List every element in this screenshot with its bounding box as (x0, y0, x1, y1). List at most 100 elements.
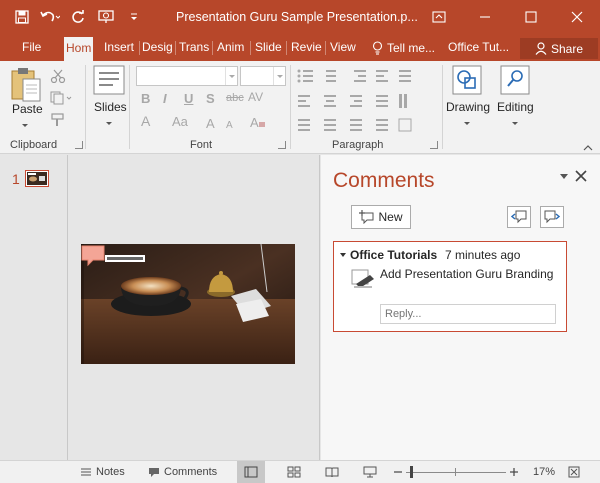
tell-me-search[interactable]: Tell me... (372, 34, 435, 61)
next-comment-button[interactable] (540, 206, 564, 228)
fit-to-window-button[interactable] (568, 461, 584, 483)
reply-input[interactable] (380, 304, 556, 324)
comment-card[interactable]: Office Tutorials 7 minutes ago Add Prese… (333, 241, 567, 332)
logo-image (105, 255, 145, 262)
slideshow-view-button[interactable] (356, 461, 384, 483)
close-pane-button[interactable] (574, 169, 588, 183)
zoom-slider-thumb[interactable] (410, 466, 413, 478)
text-shadow-button[interactable]: S (206, 91, 215, 106)
save-button[interactable] (8, 0, 36, 34)
normal-view-icon (244, 466, 258, 478)
minimize-button[interactable] (462, 0, 508, 34)
tab-separator (139, 41, 140, 55)
font-size-combo[interactable] (240, 66, 286, 86)
font-launcher[interactable] (278, 141, 286, 149)
save-icon (15, 10, 29, 24)
format-painter-button[interactable] (50, 113, 66, 130)
tab-file[interactable]: File (22, 34, 41, 61)
notes-label: Notes (96, 466, 125, 478)
close-icon (575, 170, 587, 182)
start-slideshow-button[interactable] (92, 0, 120, 34)
tab-transitions[interactable]: Trans (179, 34, 209, 61)
undo-button[interactable] (36, 0, 64, 34)
pane-options-chevron-icon[interactable] (560, 174, 568, 179)
comment-author: Office Tutorials (350, 248, 438, 262)
zoom-in-button[interactable] (510, 461, 522, 483)
minus-icon (394, 471, 402, 473)
font-color-button[interactable]: A (141, 113, 150, 129)
chevron-up-icon (583, 145, 593, 151)
bold-button[interactable]: B (141, 91, 150, 106)
slide-thumbnails-pane: 1 (0, 155, 68, 460)
share-label: Share (550, 41, 584, 56)
slide-thumbnail[interactable] (25, 170, 49, 190)
tab-review[interactable]: Revie (291, 34, 322, 61)
status-bar: Notes Comments 17% (0, 460, 600, 483)
scissors-icon (50, 69, 66, 84)
slide-sorter-view-button[interactable] (280, 461, 308, 483)
tab-home[interactable]: Hom (64, 37, 94, 61)
paragraph-tools[interactable] (296, 67, 442, 136)
font-name-combo[interactable] (136, 66, 238, 86)
share-button[interactable]: Share (520, 38, 598, 59)
comments-toggle-button[interactable]: Comments (148, 461, 217, 483)
normal-view-button[interactable] (237, 461, 265, 483)
tab-insert[interactable]: Insert (104, 34, 134, 61)
font-size-icon: AA (206, 116, 233, 131)
italic-button[interactable]: I (163, 91, 167, 106)
close-button[interactable] (554, 0, 600, 34)
tab-separator (250, 41, 251, 55)
collapse-triangle-icon[interactable] (340, 253, 346, 257)
tab-view[interactable]: View (330, 34, 356, 61)
group-separator (290, 65, 291, 149)
eraser-icon: A (250, 115, 265, 130)
copy-button[interactable] (50, 91, 72, 108)
comment-text: Add Presentation Guru Branding (380, 267, 554, 281)
customize-qat-button[interactable] (120, 0, 148, 34)
zoom-slider-track[interactable] (406, 472, 506, 473)
tab-separator (175, 41, 176, 55)
cut-button[interactable] (50, 69, 66, 86)
zoom-level[interactable]: 17% (533, 461, 555, 483)
clear-formatting-button[interactable]: A (250, 115, 266, 132)
tab-design[interactable]: Desig (142, 34, 173, 61)
tab-animations[interactable]: Anim (217, 34, 244, 61)
maximize-button[interactable] (508, 0, 554, 34)
user-avatar-icon (351, 269, 374, 288)
font-group-label: Font (190, 139, 213, 151)
clipboard-launcher[interactable] (75, 141, 83, 149)
chevron-down-icon (512, 122, 518, 125)
maximize-icon (525, 11, 537, 23)
collapse-ribbon-button[interactable] (583, 141, 593, 155)
paste-label: Paste (12, 102, 43, 116)
new-comment-button[interactable]: New (351, 205, 411, 229)
ribbon-display-options-button[interactable] (416, 0, 462, 34)
grid-view-icon (287, 466, 301, 478)
editing-button[interactable] (500, 65, 530, 98)
tab-separator (212, 41, 213, 55)
chevron-down-icon (273, 67, 285, 85)
slide-layout-icon (93, 65, 125, 95)
redo-button[interactable] (64, 0, 92, 34)
thumbnail-image (25, 170, 49, 187)
increase-font-button[interactable]: AA (206, 116, 242, 133)
zoom-out-button[interactable] (394, 461, 406, 483)
notes-button[interactable]: Notes (80, 461, 125, 483)
chevron-down-icon (225, 67, 237, 85)
strikethrough-button[interactable]: abc (226, 92, 244, 104)
previous-comment-button[interactable] (507, 206, 531, 228)
redo-icon (72, 10, 84, 23)
drawing-button[interactable] (452, 65, 482, 98)
underline-button[interactable]: U (184, 91, 193, 106)
paste-button[interactable] (10, 67, 42, 106)
change-case-button[interactable]: Aa (172, 114, 188, 129)
character-spacing-button[interactable]: AV (248, 90, 263, 104)
account-name[interactable]: Office Tut... (448, 34, 509, 61)
new-slide-button[interactable] (93, 65, 125, 98)
reading-view-button[interactable] (318, 461, 346, 483)
tab-slideshow[interactable]: Slide (255, 34, 282, 61)
clipboard-group-label: Clipboard (10, 139, 58, 151)
chevron-down-icon (106, 122, 112, 125)
paragraph-launcher[interactable] (430, 141, 438, 149)
comment-marker[interactable] (81, 245, 105, 270)
